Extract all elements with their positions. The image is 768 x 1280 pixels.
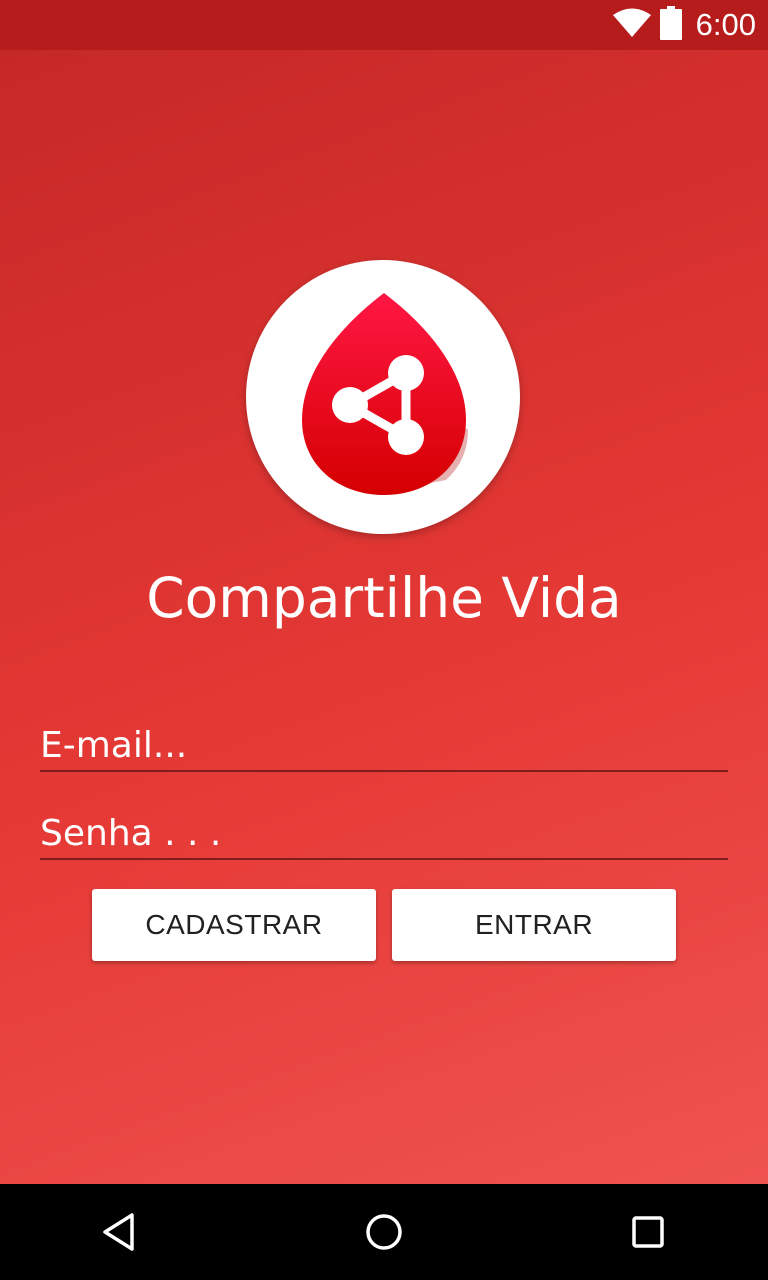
home-button[interactable]: [354, 1202, 414, 1262]
back-icon: [103, 1213, 134, 1251]
status-bar: 6:00: [0, 0, 768, 50]
app-logo: [246, 260, 520, 534]
status-icons: 6:00: [612, 0, 756, 50]
screen: 6:00 Compartilhe Vida E-mail... CADASTRA…: [0, 0, 768, 1280]
app-title: Compartilhe Vida: [146, 566, 622, 630]
email-field[interactable]: [40, 720, 728, 772]
blood-drop-share-icon: [302, 293, 468, 495]
recents-button[interactable]: [618, 1202, 678, 1262]
password-field[interactable]: [40, 808, 728, 860]
login-screen: Compartilhe Vida CADASTRAR ENTRAR: [0, 50, 768, 1184]
wifi-icon: [612, 8, 652, 42]
recents-icon: [632, 1216, 664, 1248]
back-button[interactable]: [90, 1202, 150, 1262]
home-icon: [366, 1214, 402, 1250]
status-time: 6:00: [695, 7, 756, 42]
register-button[interactable]: CADASTRAR: [92, 889, 376, 961]
login-button[interactable]: ENTRAR: [392, 889, 676, 961]
battery-icon: [659, 6, 682, 44]
navigation-bar: [0, 1184, 768, 1280]
